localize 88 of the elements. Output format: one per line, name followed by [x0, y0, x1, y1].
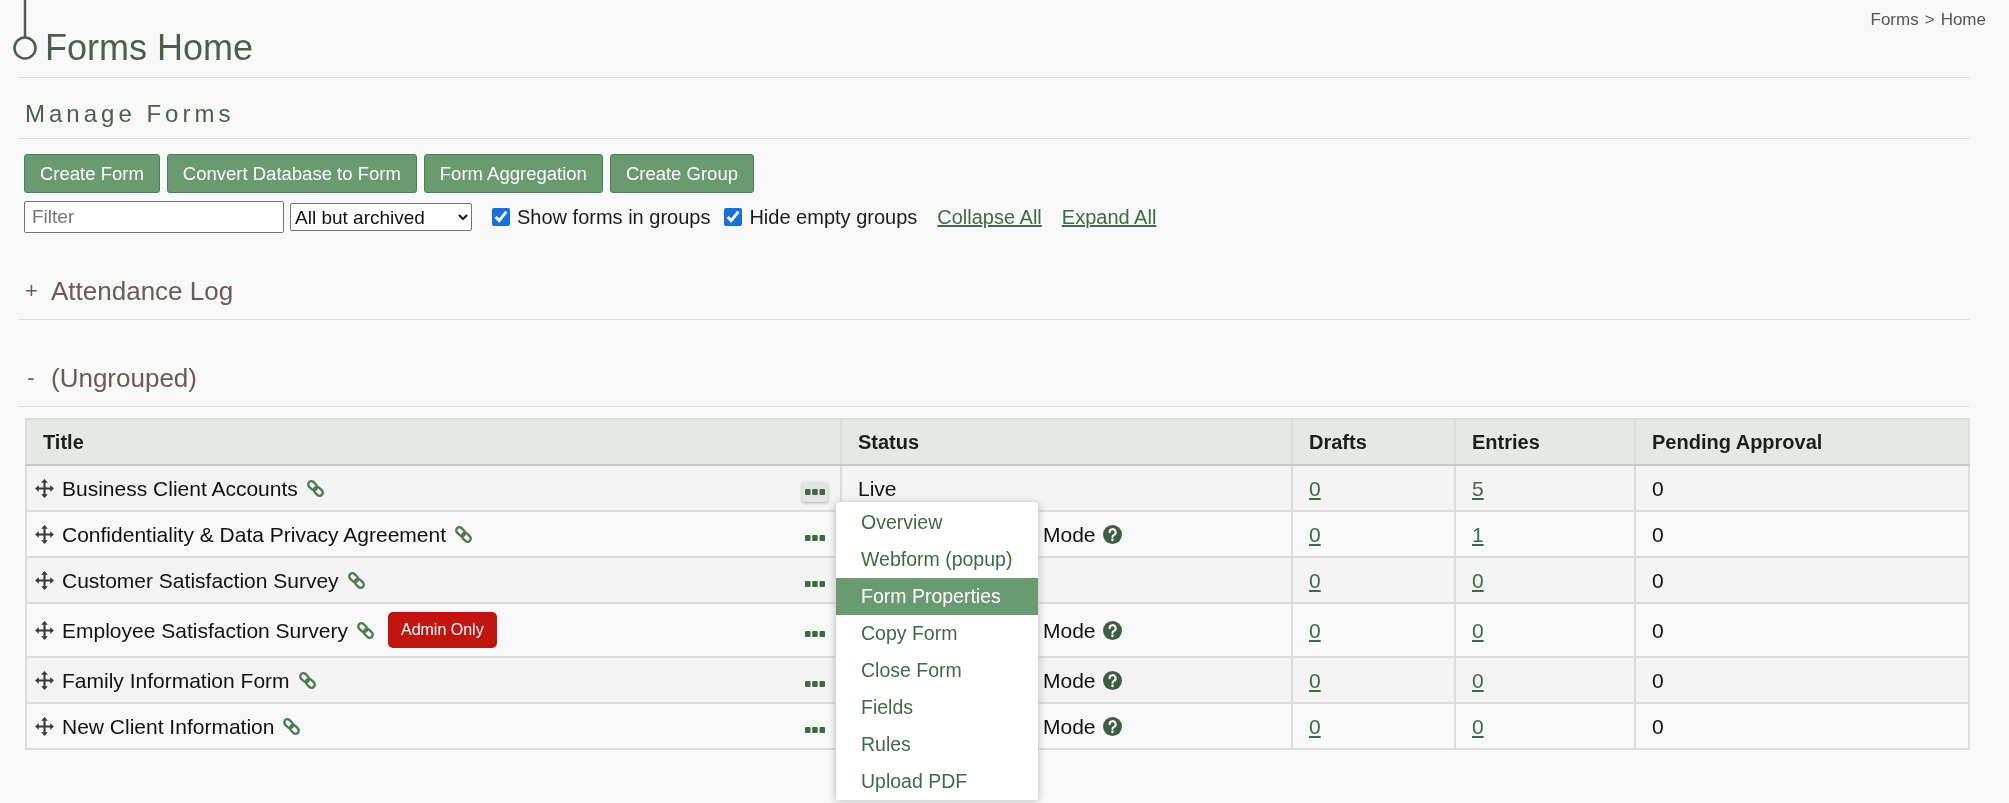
breadcrumb-item[interactable]: Forms — [1870, 9, 1919, 31]
pending-count: 0 — [1652, 522, 1664, 546]
page-title: Forms Home — [45, 26, 254, 70]
column-header[interactable]: Pending Approval — [1635, 419, 1969, 465]
menu-item[interactable]: Close Form — [836, 652, 1038, 689]
pending-count: 0 — [1652, 476, 1664, 500]
timeline-node-icon — [13, 0, 37, 60]
drag-handle-icon[interactable] — [34, 619, 55, 641]
status-text: Mode — [1043, 521, 1096, 548]
pending-count: 0 — [1652, 568, 1664, 592]
link-icon[interactable] — [297, 670, 317, 690]
more-actions-button[interactable] — [802, 482, 828, 502]
menu-item[interactable]: Form Properties — [836, 578, 1038, 615]
link-icon[interactable] — [355, 620, 375, 640]
more-dots-icon — [805, 727, 825, 733]
pending-count: 0 — [1652, 714, 1664, 738]
menu-item[interactable]: Rules — [836, 726, 1038, 763]
entries-link[interactable]: 0 — [1472, 568, 1484, 592]
checkbox-label[interactable]: Show forms in groups — [517, 205, 711, 229]
menu-item[interactable]: Overview — [836, 504, 1038, 541]
form-title: Business Client Accounts — [62, 475, 298, 502]
expand-all-link[interactable]: Expand All — [1061, 205, 1157, 229]
pending-count: 0 — [1652, 668, 1664, 692]
admin-badge: Admin Only — [387, 612, 497, 648]
menu-item[interactable]: Upload PDF — [836, 763, 1038, 800]
status-text: Live — [858, 475, 897, 502]
menu-item[interactable]: Webform (popup) — [836, 541, 1038, 578]
archive-dropdown[interactable]: All but archived — [290, 203, 472, 231]
action-button[interactable]: Form Aggregation — [423, 154, 603, 193]
entries-link[interactable]: 0 — [1472, 714, 1484, 738]
drafts-link[interactable]: 0 — [1309, 618, 1321, 642]
help-icon[interactable] — [1102, 716, 1122, 736]
drafts-link[interactable]: 0 — [1309, 522, 1321, 546]
form-title: Family Information Form — [62, 667, 290, 694]
help-icon[interactable] — [1102, 670, 1122, 690]
more-dots-icon — [805, 681, 825, 687]
link-icon[interactable] — [454, 524, 474, 544]
drafts-link[interactable]: 0 — [1309, 714, 1321, 738]
breadcrumb-separator: > — [1924, 9, 1935, 31]
action-button[interactable]: Convert Database to Form — [166, 154, 417, 193]
form-title: Customer Satisfaction Survey — [62, 567, 339, 594]
status-text: Mode — [1043, 617, 1096, 644]
drafts-link[interactable]: 0 — [1309, 668, 1321, 692]
group-title[interactable]: (Ungrouped) — [51, 362, 197, 394]
menu-item[interactable]: Fields — [836, 689, 1038, 726]
section-title: Manage Forms — [24, 99, 236, 129]
action-button[interactable]: Create Form — [24, 154, 160, 193]
form-title: New Client Information — [62, 713, 275, 740]
status-text: Mode — [1043, 713, 1096, 740]
column-header[interactable]: Drafts — [1292, 419, 1455, 465]
drafts-link[interactable]: 0 — [1309, 568, 1321, 592]
form-title: Confidentiality & Data Privacy Agreement — [62, 521, 447, 548]
more-dots-icon — [805, 631, 825, 637]
column-header[interactable]: Entries — [1455, 419, 1635, 465]
link-icon[interactable] — [346, 570, 366, 590]
checkbox[interactable] — [492, 208, 510, 226]
entries-link[interactable]: 5 — [1472, 476, 1484, 500]
expand-toggle[interactable]: - — [25, 365, 37, 391]
entries-link[interactable]: 0 — [1472, 618, 1484, 642]
breadcrumb-item: Home — [1940, 9, 1986, 31]
pending-count: 0 — [1652, 618, 1664, 642]
collapse-all-link[interactable]: Collapse All — [937, 205, 1042, 229]
column-header[interactable]: Status — [841, 419, 1292, 465]
status-text: Mode — [1043, 667, 1096, 694]
more-dots-icon — [805, 489, 825, 495]
help-icon[interactable] — [1102, 524, 1122, 544]
checkbox-label[interactable]: Hide empty groups — [749, 205, 918, 229]
column-header[interactable]: Title — [26, 419, 841, 465]
drag-handle-icon[interactable] — [34, 477, 55, 499]
action-button[interactable]: Create Group — [609, 154, 754, 193]
drag-handle-icon[interactable] — [34, 715, 55, 737]
help-icon[interactable] — [1102, 620, 1122, 640]
drafts-link[interactable]: 0 — [1309, 476, 1321, 500]
entries-link[interactable]: 1 — [1472, 522, 1484, 546]
group-title[interactable]: Attendance Log — [51, 275, 234, 307]
form-title: Employee Satisfaction Survery — [62, 617, 348, 644]
drag-handle-icon[interactable] — [34, 523, 55, 545]
drag-handle-icon[interactable] — [34, 569, 55, 591]
link-icon[interactable] — [282, 716, 302, 736]
filter-field[interactable]: Filter — [24, 201, 284, 233]
checkbox[interactable] — [724, 208, 743, 226]
drag-handle-icon[interactable] — [34, 669, 55, 691]
menu-item[interactable]: Copy Form — [836, 615, 1038, 652]
expand-toggle[interactable]: + — [25, 278, 37, 304]
more-dots-icon — [805, 535, 825, 541]
link-icon[interactable] — [305, 478, 325, 498]
entries-link[interactable]: 0 — [1472, 668, 1484, 692]
more-dots-icon — [805, 581, 825, 587]
